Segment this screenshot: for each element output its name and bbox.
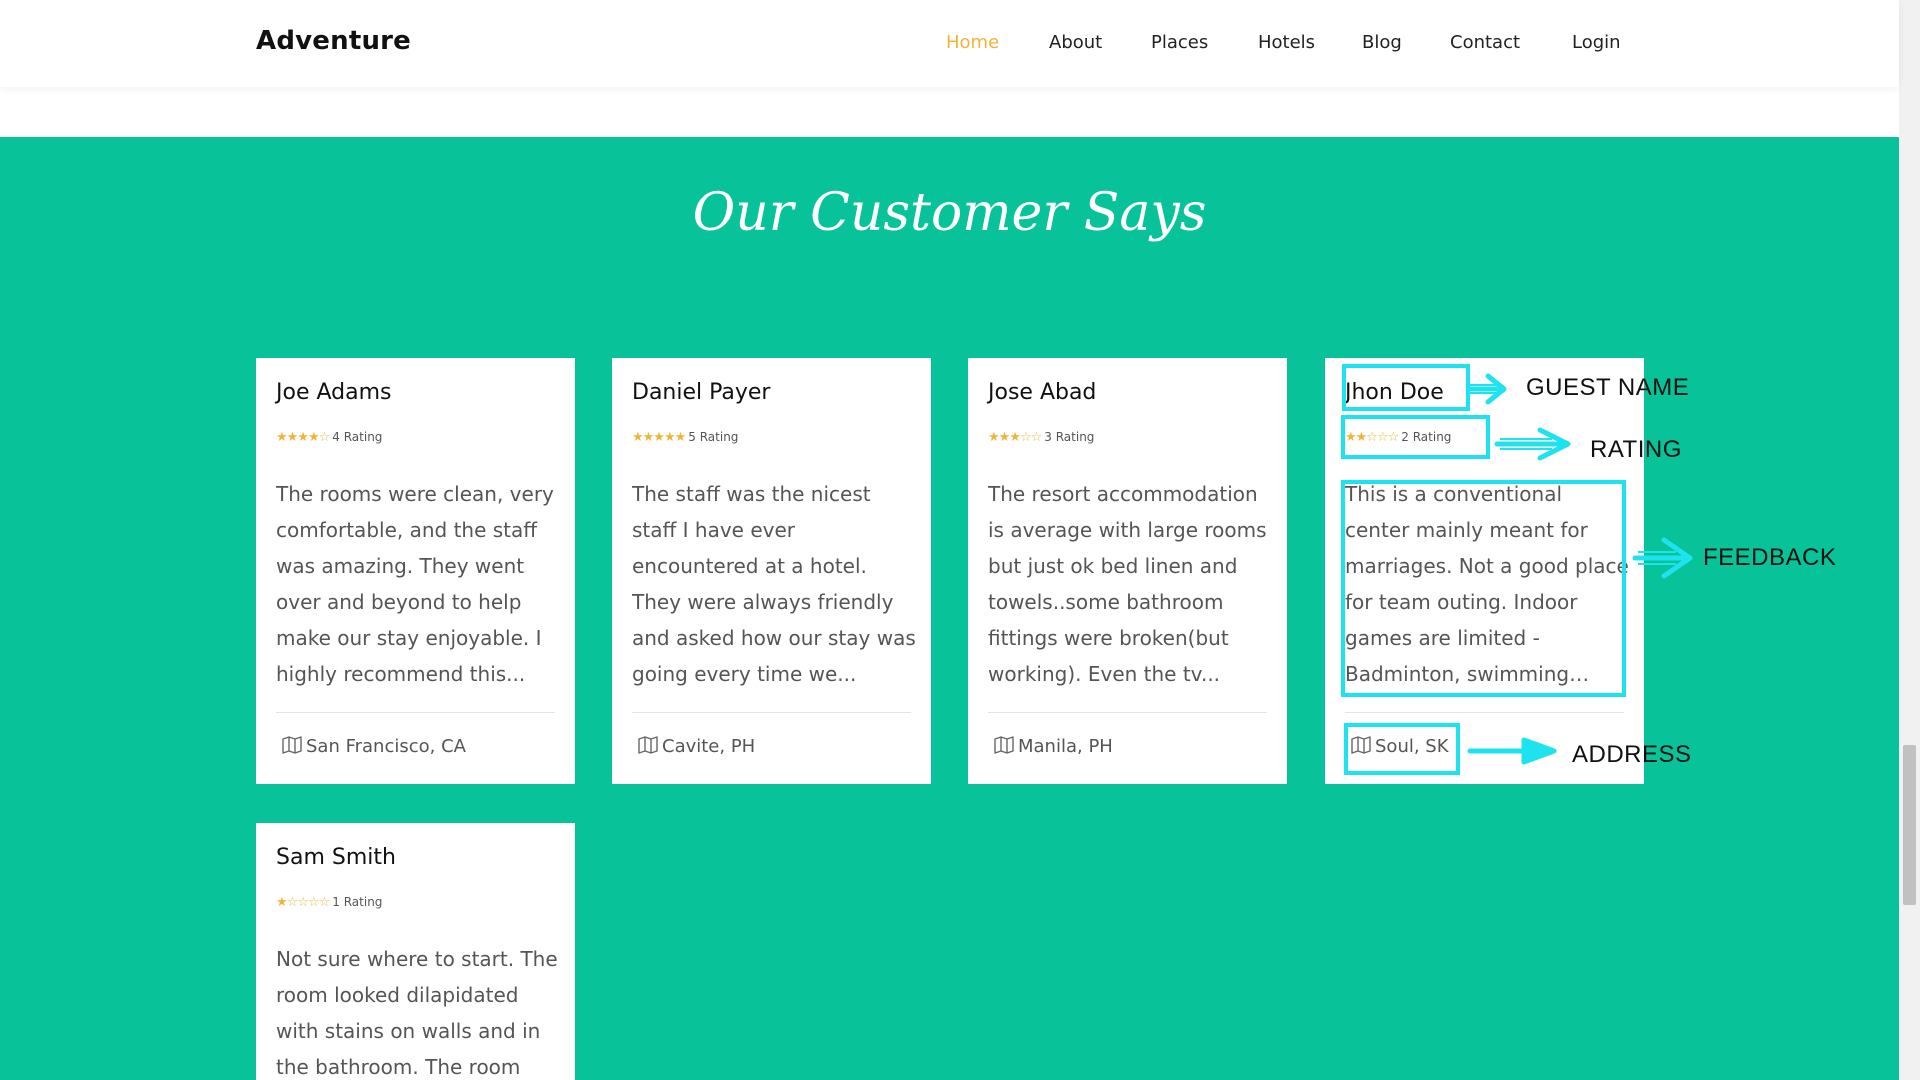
arrow-icon [1468, 373, 1507, 405]
review-card: Joe Adams ★★★★☆ 4 Rating The rooms were c… [256, 358, 575, 784]
address: Manila, PH [994, 736, 1113, 759]
scrollbar[interactable] [1899, 0, 1920, 1080]
section-title: Our Customer Says [692, 183, 1207, 243]
divider [988, 712, 1267, 713]
arrow-icon [1632, 537, 1693, 579]
rating: ★★★★☆ 4 Rating [276, 430, 382, 445]
feedback-highlight [1341, 480, 1626, 697]
feedback-text: Not sure where to start. The room looked… [276, 947, 558, 1079]
feedback-label: FEEDBACK [1703, 544, 1837, 571]
rating: ★☆☆☆☆ 1 Rating [276, 895, 382, 910]
rating-highlight [1341, 415, 1490, 459]
star-icon: ★★★★☆ [276, 430, 330, 445]
navbar: Adventure Home About Places Hotels Blog … [0, 0, 1899, 87]
rating-text: 3 Rating [1044, 430, 1095, 444]
star-icon: ★★★☆☆ [988, 430, 1042, 445]
guest-name: Jose Abad [988, 380, 1097, 405]
rating-text: 4 Rating [332, 430, 383, 444]
page: Adventure Home About Places Hotels Blog … [0, 0, 1920, 1080]
divider [1345, 712, 1624, 713]
star-icon: ★★★★★ [632, 430, 686, 445]
feedback-text: The rooms were clean, very comfortable, … [276, 482, 554, 686]
address-label: ADDRESS [1572, 741, 1692, 768]
guest-name-label: GUEST NAME [1526, 374, 1690, 401]
guest-name-highlight [1342, 364, 1470, 411]
nav-places[interactable]: Places [1151, 32, 1208, 53]
divider [632, 712, 911, 713]
nav-home[interactable]: Home [946, 32, 999, 53]
nav-hotels[interactable]: Hotels [1258, 32, 1315, 53]
address-text: San Francisco, CA [306, 736, 466, 757]
address-highlight [1344, 723, 1460, 775]
nav-login[interactable]: Login [1572, 32, 1621, 53]
divider [276, 712, 555, 713]
rating: ★★★★★ 5 Rating [632, 430, 738, 445]
map-icon [282, 736, 302, 759]
guest-name: Daniel Payer [632, 380, 771, 405]
arrow-icon [1494, 427, 1571, 461]
map-icon [638, 736, 658, 759]
address: Cavite, PH [638, 736, 755, 759]
rating-label: RATING [1590, 436, 1682, 463]
map-icon [994, 736, 1014, 759]
review-card: Sam Smith ★☆☆☆☆ 1 Rating Not sure where t… [256, 823, 575, 1080]
guest-name: Sam Smith [276, 845, 396, 870]
review-card: Daniel Payer ★★★★★ 5 Rating The staff was… [612, 358, 931, 784]
arrow-icon [1467, 737, 1557, 765]
address-text: Manila, PH [1018, 736, 1113, 757]
feedback-text: The resort accommodation is average with… [988, 482, 1267, 686]
star-icon: ★☆☆☆☆ [276, 895, 330, 910]
nav-contact[interactable]: Contact [1450, 32, 1520, 53]
review-card: Jose Abad ★★★☆☆ 3 Rating The resort accom… [968, 358, 1287, 784]
nav-about[interactable]: About [1049, 32, 1102, 53]
rating: ★★★☆☆ 3 Rating [988, 430, 1094, 445]
feedback-text: The staff was the nicest staff I have ev… [632, 482, 916, 686]
rating-text: 1 Rating [332, 895, 383, 909]
brand-logo[interactable]: Adventure [256, 26, 411, 56]
guest-name: Joe Adams [276, 380, 392, 405]
nav-blog[interactable]: Blog [1362, 32, 1402, 53]
scrollbar-thumb[interactable] [1903, 745, 1916, 905]
rating-text: 5 Rating [688, 430, 739, 444]
address: San Francisco, CA [282, 736, 466, 759]
address-text: Cavite, PH [662, 736, 756, 757]
